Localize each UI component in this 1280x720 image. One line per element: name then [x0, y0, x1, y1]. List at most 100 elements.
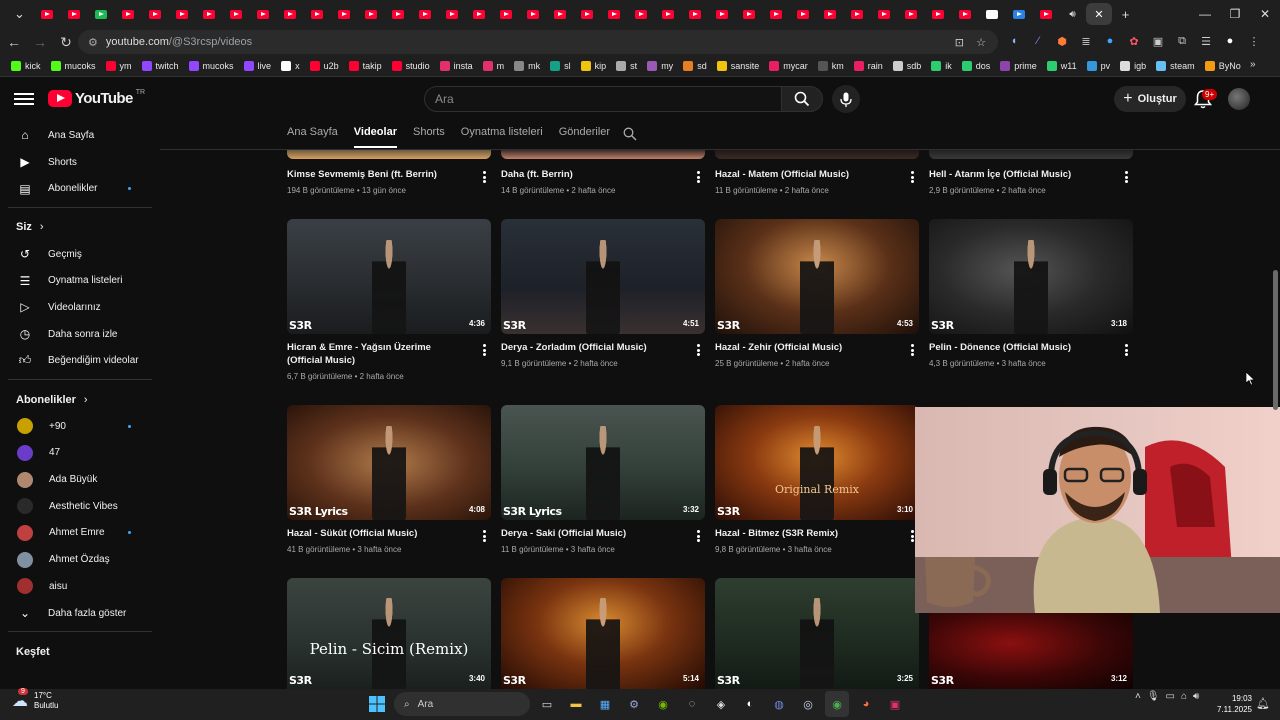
more-options-icon[interactable] — [697, 171, 701, 183]
browser-tab[interactable] — [600, 3, 627, 25]
bookmark-item[interactable]: x — [276, 61, 305, 71]
chrome-icon[interactable]: ◉ — [825, 691, 849, 717]
tab-videolar[interactable]: Videolar — [353, 122, 405, 148]
browser-tab[interactable] — [330, 3, 357, 25]
recorder-icon[interactable]: ◌ — [680, 691, 704, 717]
browser-tab[interactable] — [627, 3, 654, 25]
browser-tab[interactable] — [438, 3, 465, 25]
extensions-puzzle-icon[interactable]: ⧉ — [1172, 30, 1192, 52]
video-title[interactable]: Derya - Saki (Official Music) — [501, 527, 681, 540]
video-title[interactable]: Hell - Atarım İçe (Official Music) — [929, 168, 1109, 181]
browser-tab[interactable] — [411, 3, 438, 25]
taskbar-clock[interactable]: 19:03 7.11.2025 — [1216, 693, 1252, 715]
browser-menu-icon[interactable]: ⋮ — [1244, 30, 1264, 52]
network-icon[interactable]: ⌂ — [1181, 691, 1187, 702]
video-thumbnail[interactable]: S3R 4:51 — [501, 219, 705, 334]
github-icon[interactable]: ◐ — [738, 691, 762, 717]
video-thumbnail[interactable]: Original Remix S3R 3:10 — [715, 405, 919, 520]
forward-icon[interactable]: → — [28, 30, 52, 54]
video-thumbnail[interactable]: S3R 4:36 — [287, 219, 491, 334]
browser-tab[interactable] — [654, 3, 681, 25]
bookmark-item[interactable]: kip — [576, 61, 612, 71]
tab-ana-sayfa[interactable]: Ana Sayfa — [287, 122, 346, 148]
browser-tab[interactable] — [168, 3, 195, 25]
bookmark-item[interactable]: igb — [1115, 61, 1151, 71]
settings-icon[interactable]: ⚙ — [622, 691, 646, 717]
video-thumbnail[interactable]: Pelin - Sicim (Remix) S3R 3:40 — [287, 578, 491, 689]
site-info-icon[interactable]: ⚙ — [88, 36, 98, 49]
bookmark-item[interactable]: mk — [509, 61, 545, 71]
volume-icon[interactable]: 🔊︎ — [1193, 691, 1199, 702]
subscription-item[interactable]: Ahmet Özdaş — [0, 546, 160, 573]
install-app-icon[interactable]: ⊡ — [955, 36, 964, 49]
more-options-icon[interactable] — [483, 344, 487, 356]
tab-search-icon[interactable]: ⌄ — [6, 3, 33, 25]
subscription-item[interactable]: Ahmet Emre — [0, 520, 160, 547]
notification-center-icon[interactable]: 🔔︎ — [1256, 697, 1270, 710]
video-title[interactable]: Pelin - Dönence (Official Music) — [929, 341, 1109, 354]
firefox-icon[interactable]: ◕ — [854, 691, 878, 717]
video-thumbnail[interactable]: S3R 4:53 — [715, 219, 919, 334]
video-thumbnail[interactable]: S3R 3:18 — [929, 219, 1133, 334]
subscription-item[interactable]: Ada Büyük — [0, 466, 160, 493]
browser-tab[interactable] — [33, 3, 60, 25]
bookmark-item[interactable]: mucoks — [46, 61, 101, 71]
browser-tab[interactable] — [843, 3, 870, 25]
bookmark-item[interactable]: live — [239, 61, 277, 71]
browser-tab[interactable] — [249, 3, 276, 25]
youtube-logo[interactable]: YouTube TR — [48, 89, 145, 107]
sidebar-item-abonelikler[interactable]: ▤ Abonelikler — [0, 175, 160, 202]
sidebar-item-liked[interactable]: 👍︎ Beğendiğim videolar — [0, 348, 160, 375]
browser-tab[interactable] — [303, 3, 330, 25]
bookmark-item[interactable]: dos — [957, 61, 996, 71]
browser-tab[interactable] — [789, 3, 816, 25]
store-icon[interactable]: ▦ — [593, 691, 617, 717]
bookmark-item[interactable]: ik — [926, 61, 957, 71]
url-input[interactable]: ⚙ youtube.com/@S3rcsp/videos ⊡ ☆ — [78, 30, 998, 54]
bookmark-item[interactable]: ym — [101, 61, 137, 71]
browser-tab[interactable] — [87, 3, 114, 25]
extension-icon[interactable]: ▣ — [1148, 30, 1168, 52]
video-title[interactable]: Derya - Zorladım (Official Music) — [501, 341, 681, 354]
video-thumbnail[interactable]: S3R 3:12 — [929, 613, 1133, 689]
create-button[interactable]: + Oluştur — [1114, 86, 1186, 112]
video-title[interactable]: Hazal - Zehir (Official Music) — [715, 341, 895, 354]
sidebar-item-your-videos[interactable]: ▷ Videolarınız — [0, 294, 160, 321]
bookmark-item[interactable]: u2b — [305, 61, 344, 71]
bookmark-item[interactable]: m — [478, 61, 510, 71]
browser-tab[interactable] — [978, 3, 1005, 25]
tab-oynatma-listeleri[interactable]: Oynatma listeleri — [461, 122, 551, 148]
tab-gönderiler[interactable]: Gönderiler — [559, 122, 618, 148]
bookmark-item[interactable]: rain — [849, 61, 888, 71]
video-thumbnail[interactable]: S3R Lyrics 3:32 — [501, 405, 705, 520]
file-explorer-icon[interactable]: ▬ — [564, 691, 588, 717]
more-options-icon[interactable] — [911, 171, 915, 183]
browser-tab[interactable] — [924, 3, 951, 25]
minimize-icon[interactable]: — — [1190, 0, 1220, 28]
browser-tab[interactable] — [114, 3, 141, 25]
back-icon[interactable]: ← — [2, 30, 26, 54]
bookmark-item[interactable]: st — [611, 61, 642, 71]
browser-tab[interactable] — [222, 3, 249, 25]
browser-tab[interactable]: ✕ — [1086, 3, 1112, 25]
browser-tab[interactable] — [897, 3, 924, 25]
video-thumbnail[interactable]: S3R Lyrics 4:08 — [287, 405, 491, 520]
sidebar-you-heading[interactable]: Siz › — [0, 214, 160, 241]
bookmark-item[interactable]: studio — [387, 61, 435, 71]
browser-tab[interactable] — [735, 3, 762, 25]
more-options-icon[interactable] — [911, 344, 915, 356]
browser-tab[interactable] — [708, 3, 735, 25]
more-options-icon[interactable] — [1125, 171, 1129, 183]
reload-icon[interactable]: ↻ — [54, 30, 78, 54]
extension-icon[interactable]: ● — [1100, 30, 1120, 52]
steam-icon[interactable]: ◎ — [796, 691, 820, 717]
more-options-icon[interactable] — [697, 530, 701, 542]
subscription-item[interactable]: Aesthetic Vibes — [0, 493, 160, 520]
video-thumbnail[interactable] — [929, 150, 1133, 159]
video-title[interactable]: Hicran & Emre - Yağsın Üzerime (Official… — [287, 341, 467, 367]
browser-tab[interactable] — [951, 3, 978, 25]
video-thumbnail[interactable] — [287, 150, 491, 159]
browser-tab[interactable] — [870, 3, 897, 25]
video-title[interactable]: Kimse Sevmemiş Beni (ft. Berrin) — [287, 168, 467, 181]
bookmark-item[interactable]: sl — [545, 61, 576, 71]
